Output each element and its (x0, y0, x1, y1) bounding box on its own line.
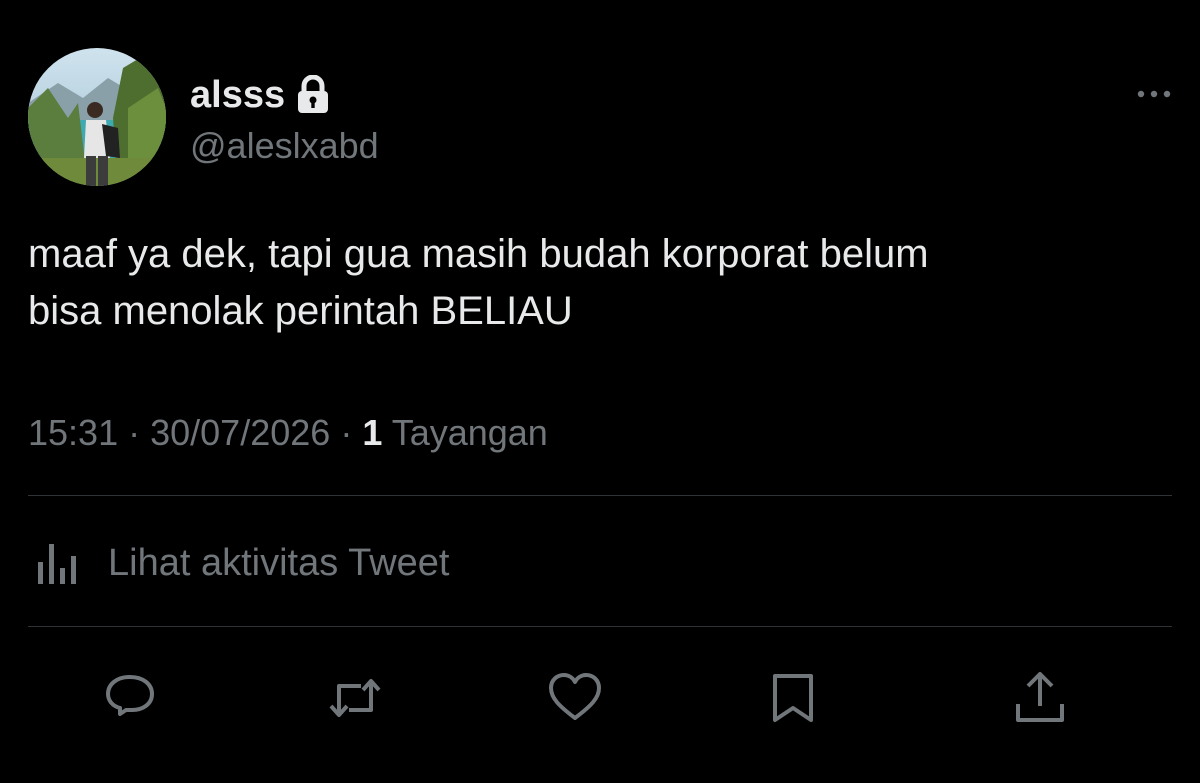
tweet-text-line: bisa menolak perintah BELIAU (28, 289, 573, 333)
bar-chart-icon (34, 540, 90, 586)
share-button[interactable] (1010, 668, 1070, 728)
meta-separator: · (340, 412, 363, 453)
views-count: 1 (362, 412, 383, 453)
meta-separator: · (128, 412, 151, 453)
activity-label: Lihat aktivitas Tweet (108, 542, 450, 584)
lock-icon (295, 74, 331, 115)
heart-icon (549, 673, 601, 720)
avatar[interactable] (28, 48, 166, 186)
reply-button[interactable] (100, 668, 160, 728)
tweet-text: maaf ya dek, tapi gua masih budah korpor… (28, 226, 1168, 340)
tweet-time[interactable]: 15:31 (28, 412, 118, 453)
divider (28, 495, 1172, 496)
view-tweet-activity-link[interactable]: Lihat aktivitas Tweet (34, 540, 449, 586)
tweet-text-line: maaf ya dek, tapi gua masih budah korpor… (28, 232, 929, 276)
share-icon (1016, 672, 1064, 722)
more-options-icon[interactable] (1134, 84, 1174, 104)
retweet-icon (329, 679, 381, 717)
tweet-detail: alsss @aleslxabd maaf ya dek, tapi gua m… (0, 0, 1200, 783)
like-button[interactable] (545, 668, 605, 728)
bookmark-icon (773, 674, 813, 722)
tweet-meta: 15:31 · 30/07/2026 · 1 Tayangan (28, 410, 548, 456)
avatar-photo (28, 48, 166, 186)
display-name[interactable]: alsss (190, 72, 285, 118)
tweet-date[interactable]: 30/07/2026 (150, 412, 330, 453)
display-name-row: alsss (190, 72, 331, 118)
user-handle[interactable]: @aleslxabd (190, 124, 379, 168)
retweet-button[interactable] (325, 668, 385, 728)
reply-icon (106, 675, 154, 716)
divider (28, 626, 1172, 627)
views-label: Tayangan (391, 412, 548, 453)
bookmark-button[interactable] (763, 668, 823, 728)
